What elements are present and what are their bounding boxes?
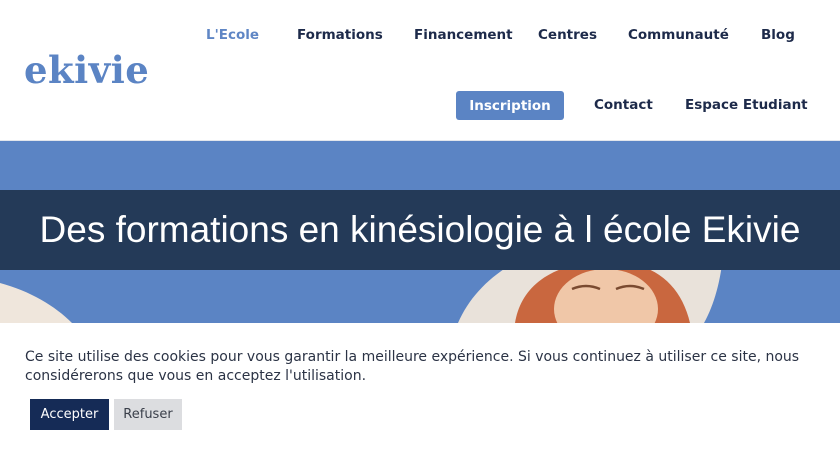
nav-item-communaute[interactable]: Communauté bbox=[628, 27, 729, 43]
cookie-banner: Ce site utilise des cookies pour vous ga… bbox=[0, 323, 840, 460]
site-header: ekivie L'Ecole Formations Financement Ce… bbox=[0, 0, 840, 141]
hero-banner: Des formations en kinésiologie à l école… bbox=[0, 141, 840, 323]
hero-title-band: Des formations en kinésiologie à l école… bbox=[0, 190, 840, 270]
nav-item-financement[interactable]: Financement bbox=[414, 27, 513, 43]
accept-cookies-button[interactable]: Accepter bbox=[30, 399, 109, 430]
nav-item-espace-etudiant[interactable]: Espace Etudiant bbox=[685, 97, 808, 113]
ekivie-logo[interactable]: ekivie bbox=[24, 48, 149, 92]
nav-item-formations[interactable]: Formations bbox=[297, 27, 383, 43]
nav-item-blog[interactable]: Blog bbox=[761, 27, 795, 43]
hero-title: Des formations en kinésiologie à l école… bbox=[39, 209, 801, 250]
hero-left-shape bbox=[0, 283, 72, 323]
cookie-message: Ce site utilise des cookies pour vous ga… bbox=[25, 349, 800, 384]
refuse-cookies-button[interactable]: Refuser bbox=[114, 399, 182, 430]
nav-item-contact[interactable]: Contact bbox=[594, 97, 653, 113]
nav-item-centres[interactable]: Centres bbox=[538, 27, 597, 43]
nav-item-lecole[interactable]: L'Ecole bbox=[206, 27, 259, 43]
inscription-button[interactable]: Inscription bbox=[456, 91, 564, 120]
